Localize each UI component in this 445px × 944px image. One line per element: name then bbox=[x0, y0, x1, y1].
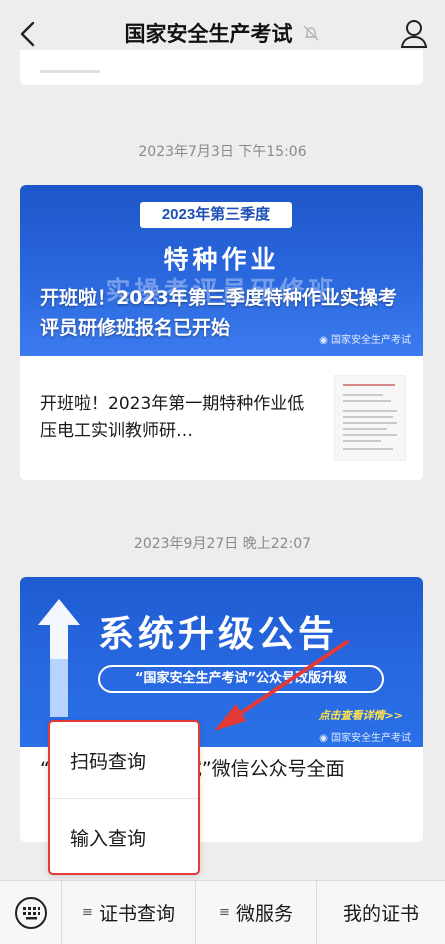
back-button[interactable] bbox=[14, 17, 44, 51]
tab-my-certificate[interactable]: 我的证书 bbox=[317, 881, 445, 944]
message-timestamp: 2023年7月3日 下午15:06 bbox=[138, 144, 307, 160]
popup-menu: 扫码查询 输入查询 bbox=[48, 720, 200, 875]
person-icon bbox=[400, 20, 428, 48]
upgrade-pill: “国家安全生产考试”公众号改版升级 bbox=[98, 665, 384, 693]
tab-certificate-query[interactable]: ≡ 证书查询 bbox=[62, 880, 196, 944]
menu-lines-icon: ≡ bbox=[82, 905, 93, 920]
sub-article-row[interactable]: 开班啦！2023年第一期特种作业低压电工实训教师研… bbox=[20, 356, 423, 480]
banner-headline: 系统升级公告 bbox=[98, 614, 339, 655]
chevron-left-icon bbox=[20, 21, 35, 47]
menu-item-input-query[interactable]: 输入查询 bbox=[50, 799, 198, 875]
page-title: 国家安全生产考试 bbox=[125, 18, 321, 48]
arrow-up-icon bbox=[38, 599, 80, 717]
previous-message-card[interactable] bbox=[20, 50, 423, 85]
article-card[interactable]: 2023年第三季度 特种作业 实操考评员研修班 开班啦！2023年第三季度特种作… bbox=[20, 185, 423, 480]
keyboard-icon bbox=[14, 896, 47, 929]
profile-button[interactable] bbox=[399, 17, 429, 49]
wechat-icon: ◉ bbox=[319, 733, 328, 744]
tap-detail-hint: 点击查看详情>> bbox=[318, 709, 403, 722]
menu-lines-icon: ≡ bbox=[219, 905, 230, 920]
sub-article-thumbnail bbox=[334, 375, 406, 461]
account-name: 国家安全生产考试 bbox=[124, 22, 293, 46]
divider bbox=[40, 70, 100, 73]
bell-slash-icon bbox=[301, 23, 321, 43]
quarter-badge: 2023年第三季度 bbox=[140, 202, 292, 228]
watermark: ◉ 国家安全生产考试 bbox=[319, 733, 411, 744]
bottom-menu-bar: ≡ 证书查询 ≡ 微服务 我的证书 bbox=[0, 880, 445, 944]
wechat-icon: ◉ bbox=[319, 335, 328, 346]
tab-micro-service[interactable]: ≡ 微服务 bbox=[196, 880, 317, 944]
message-timestamp: 2023年9月27日 晚上22:07 bbox=[133, 536, 312, 552]
sub-article-title: 开班啦！2023年第一期特种作业低压电工实训教师研… bbox=[40, 394, 305, 441]
article-banner[interactable]: 2023年第三季度 特种作业 实操考评员研修班 开班啦！2023年第三季度特种作… bbox=[20, 185, 423, 356]
keyboard-toggle-button[interactable] bbox=[0, 880, 62, 944]
watermark: ◉ 国家安全生产考试 bbox=[319, 335, 411, 346]
menu-item-scan-query[interactable]: 扫码查询 bbox=[50, 722, 198, 798]
